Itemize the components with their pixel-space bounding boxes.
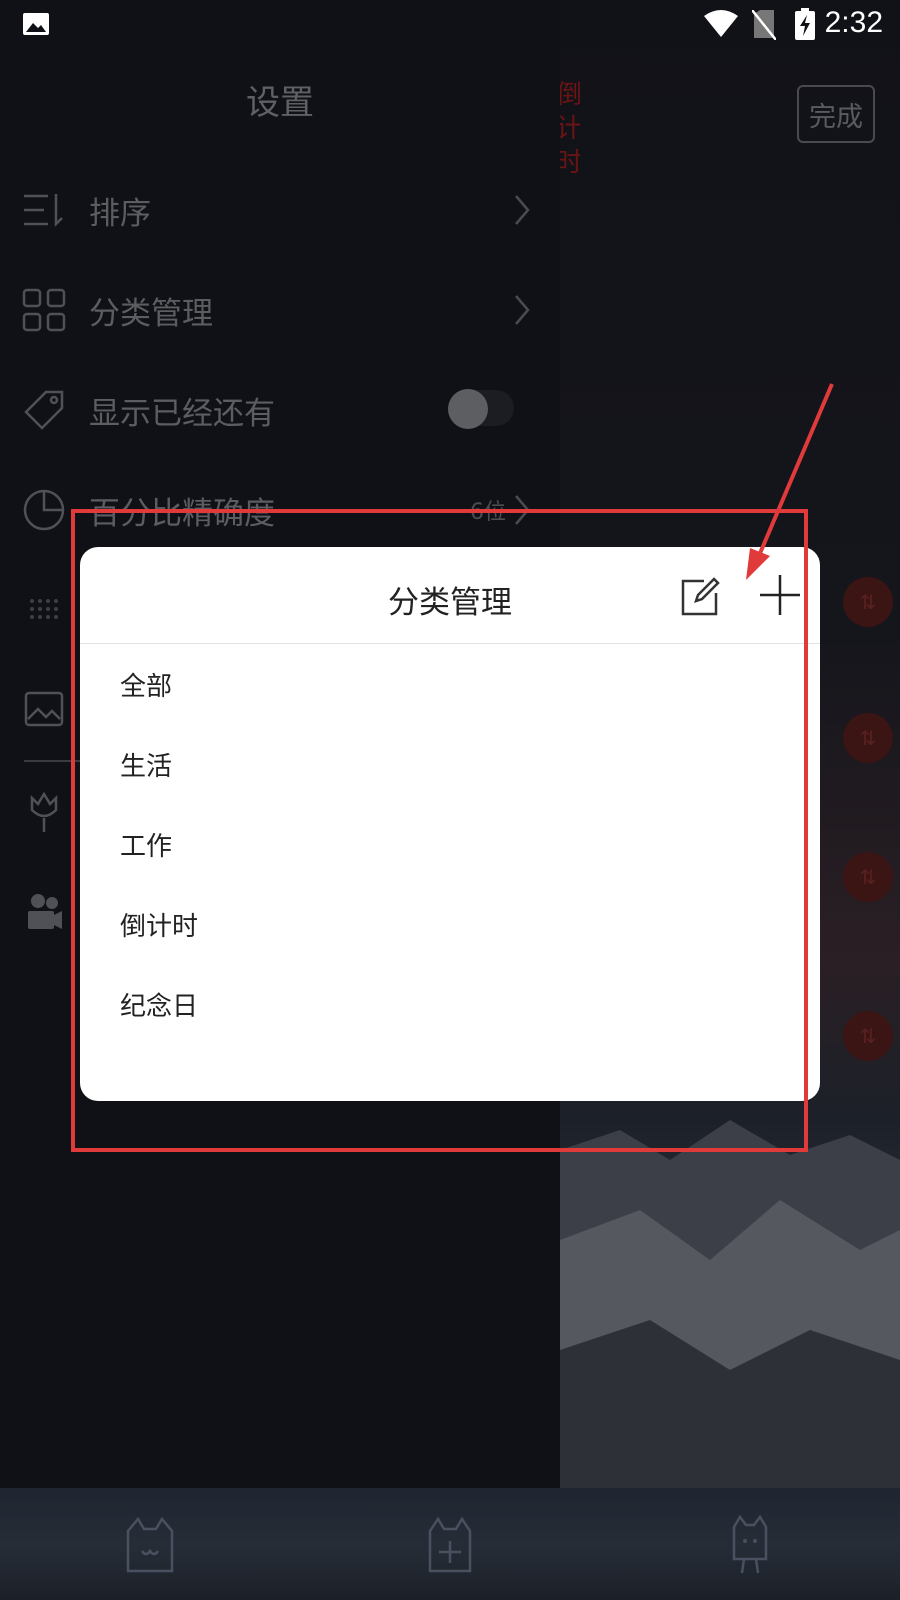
sort-toggle-icon[interactable]: ⇅ [843,852,893,902]
menu-label-category: 分类管理 [89,296,213,332]
cat-home-icon[interactable] [122,1515,178,1575]
wifi-icon [704,10,738,37]
battery-charging-icon [795,8,815,40]
chevron-right-icon [515,295,530,325]
drawer-title: 设置 [246,83,314,123]
image-icon [24,691,64,727]
tag-icon [24,390,64,430]
sort-toggle-icon[interactable]: ⇅ [843,1011,893,1061]
status-bar: 2:32 [0,0,900,50]
tulip-icon [30,791,58,832]
dots-pattern-icon [30,599,58,619]
done-button[interactable]: 完成 [797,85,875,143]
menu-label-sort: 排序 [89,196,151,232]
menu-item-category[interactable]: 分类管理 [0,280,560,340]
pie-chart-icon [23,489,65,531]
camera-icon [28,894,62,929]
gallery-notification-icon [23,13,49,35]
status-time: 2:32 [824,6,883,39]
cat-profile-icon[interactable] [722,1515,778,1575]
menu-item-sort[interactable]: 排序 [0,180,560,240]
menu-label-show-elapsed: 显示已经还有 [89,396,275,432]
menu-item-show-elapsed: 显示已经还有 [0,380,560,440]
grid-icon [22,288,66,332]
sort-icon [24,194,63,228]
show-elapsed-toggle[interactable] [448,389,514,429]
annotation-arrow [746,383,834,580]
sort-toggle-icon[interactable]: ⇅ [843,713,893,763]
toggle-knob [448,389,488,429]
sort-toggle-icon[interactable]: ⇅ [843,577,893,627]
highlight-box [71,509,808,1152]
cat-add-icon[interactable] [422,1515,478,1575]
no-sim-icon [752,10,776,40]
chevron-right-icon [515,195,530,225]
